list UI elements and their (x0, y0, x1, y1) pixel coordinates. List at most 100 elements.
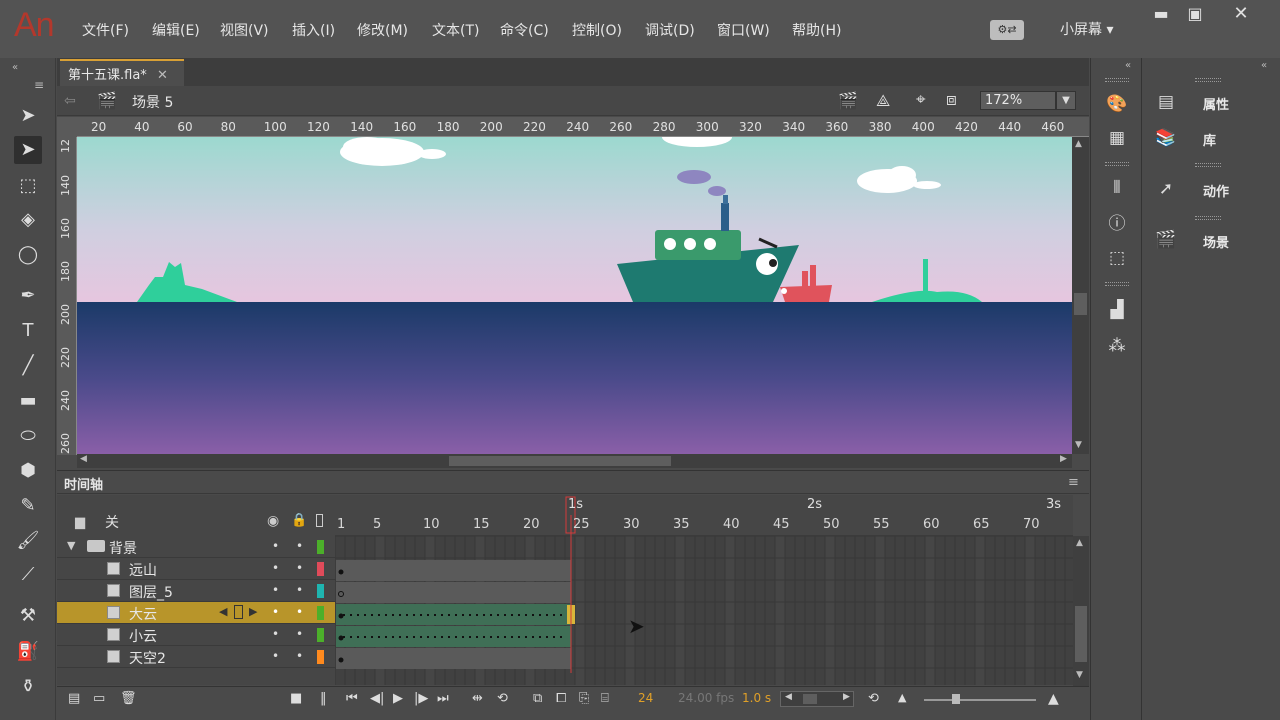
add-keyframe-icon[interactable] (234, 605, 243, 619)
stage-horizontal-scrollbar[interactable]: ◀ ▶ (77, 454, 1072, 468)
new-folder-icon[interactable]: ▭ (93, 691, 105, 706)
layer-row[interactable]: 图层_5 • • (57, 580, 335, 602)
timeline-frames[interactable]: 1s 2s 3s 1 5 10 15 20 25 30 35 40 45 50 55 60 65 70 (334, 495, 1076, 691)
layer-name[interactable]: 图层_5 (129, 582, 173, 602)
brush-tool-icon[interactable]: ⟋ (14, 561, 42, 589)
color-panel-icon[interactable]: 🎨 (1105, 92, 1129, 116)
layer-name[interactable]: 背景 (109, 538, 137, 558)
clip-stage-icon[interactable]: ⧈ (946, 90, 957, 110)
expand-icon[interactable]: « (1125, 60, 1131, 71)
timeline-vertical-scrollbar[interactable]: ▲ ▼ (1073, 536, 1089, 686)
lasso-tool-icon[interactable]: ◯ (14, 241, 42, 269)
layer-color-swatch[interactable] (317, 650, 324, 664)
stage-canvas[interactable] (77, 137, 1072, 454)
layer-color-swatch[interactable] (317, 540, 324, 554)
vertical-scroll-thumb[interactable] (1074, 293, 1087, 315)
menu-control[interactable]: 控制(O) (572, 20, 622, 40)
current-frame[interactable]: 24 (638, 691, 653, 705)
layer-color-swatch[interactable] (317, 606, 324, 620)
workspace-switcher-icon[interactable]: ⚙⇄ (990, 20, 1024, 40)
menu-insert[interactable]: 插入(I) (292, 20, 335, 40)
menu-debug[interactable]: 调试(D) (645, 20, 695, 40)
next-keyframe-icon[interactable]: ▶ (249, 605, 257, 618)
free-transform-tool-icon[interactable]: ⬚ (14, 172, 42, 200)
timeline-scroll-thumb[interactable] (1075, 606, 1087, 662)
menu-edit[interactable]: 编辑(E) (152, 20, 200, 40)
menu-view[interactable]: 视图(V) (220, 20, 269, 40)
lock-dot[interactable]: • (296, 583, 303, 597)
menu-window[interactable]: 窗口(W) (717, 20, 770, 40)
swatches-panel-icon[interactable]: ▦ (1105, 126, 1129, 150)
bone-tool-icon[interactable]: ⚒ (14, 602, 42, 630)
new-layer-icon[interactable]: ▤ (68, 691, 80, 706)
menu-text[interactable]: 文本(T) (432, 20, 479, 40)
center-stage-icon[interactable]: ⌖ (916, 90, 926, 110)
timeline-zoom-slider[interactable] (924, 694, 1036, 704)
maximize-icon[interactable]: ▣ (1180, 4, 1210, 24)
scene-panel-tab[interactable]: 🎬 场景 (1143, 223, 1280, 259)
transform-panel-icon[interactable]: ⬚ (1105, 246, 1129, 270)
oval-tool-icon[interactable]: ⬭ (14, 422, 42, 450)
layer-color-swatch[interactable] (317, 584, 324, 598)
pencil-tool-icon[interactable]: ✎ (14, 492, 42, 520)
layer-name[interactable]: 远山 (129, 560, 157, 580)
elapsed-time[interactable]: 1.0 s (742, 691, 771, 705)
visibility-dot[interactable]: • (272, 627, 279, 641)
folder-expand-chevron-icon[interactable]: ▼ (67, 539, 75, 552)
edit-symbol-icon[interactable]: ⟁ (876, 91, 890, 111)
text-tool-icon[interactable]: T (14, 317, 42, 345)
menu-file[interactable]: 文件(F) (82, 20, 129, 40)
lock-dot[interactable]: • (296, 627, 303, 641)
prev-keyframe-icon[interactable]: ◀ (219, 605, 227, 618)
stage-vertical-scrollbar[interactable]: ▲ ▼ (1072, 137, 1089, 454)
lock-dot[interactable]: • (296, 539, 303, 553)
go-to-first-frame-icon[interactable]: ⏮ (346, 691, 358, 706)
delete-layer-icon[interactable]: 🗑 (120, 691, 137, 706)
camera-toggle[interactable]: 关 (105, 512, 119, 532)
go-to-last-frame-icon[interactable]: ⏭ (437, 691, 449, 706)
layer-name[interactable]: 小云 (129, 626, 157, 646)
layer-row[interactable]: 天空2 • • (57, 646, 335, 668)
subselection-tool-icon[interactable]: ➤ (14, 136, 42, 164)
close-icon[interactable]: ✕ (1226, 4, 1256, 24)
center-frame-icon[interactable]: ⇹ (472, 691, 483, 706)
document-tab[interactable]: 第十五课.fla* ✕ (60, 59, 184, 86)
paint-bucket-tool-icon[interactable]: ⛽ (14, 638, 42, 666)
menu-modify[interactable]: 修改(M) (357, 20, 408, 40)
layer-depth-icon[interactable]: ‖ (320, 691, 327, 706)
layer-color-swatch[interactable] (317, 628, 324, 642)
paint-brush-tool-icon[interactable]: 🖌 (14, 527, 42, 555)
motion-presets-icon[interactable]: ⁂ (1105, 334, 1129, 358)
library-panel-tab[interactable]: 📚 库 (1143, 121, 1280, 157)
lock-dot[interactable]: • (296, 605, 303, 619)
3d-rotation-tool-icon[interactable]: ◈ (14, 206, 42, 234)
zoom-dropdown-icon[interactable]: ▼ (1056, 91, 1076, 110)
zoom-input[interactable]: 172% (980, 91, 1056, 110)
step-back-icon[interactable]: ◀| (370, 691, 384, 706)
workspace-name[interactable]: 小屏幕 ▾ (1060, 19, 1113, 39)
camera-tool-icon[interactable]: ■ (290, 691, 302, 706)
components-panel-icon[interactable]: ▟ (1105, 298, 1129, 322)
zoom-in-timeline-icon[interactable]: ▲ (1048, 691, 1059, 707)
timeline-menu-icon[interactable]: ≡ (1068, 475, 1079, 490)
align-panel-icon[interactable]: ⫴ (1105, 176, 1129, 200)
layer-name[interactable]: 天空2 (129, 648, 166, 668)
rectangle-tool-icon[interactable]: ▬ (14, 387, 42, 415)
selection-tool-icon[interactable]: ➤ (14, 102, 42, 130)
visibility-dot[interactable]: • (272, 561, 279, 575)
lock-dot[interactable]: • (296, 649, 303, 663)
layer-color-swatch[interactable] (317, 562, 324, 576)
modify-onion-markers-icon[interactable]: ⌸ (601, 691, 609, 706)
layer-row-active[interactable]: 大云 ◀ ▶ • • (57, 602, 335, 624)
onion-skin-outlines-icon[interactable]: ⧠ (556, 691, 566, 706)
visibility-dot[interactable]: • (272, 649, 279, 663)
visibility-dot[interactable]: • (272, 583, 279, 597)
outline-all-layers-icon[interactable] (316, 514, 323, 527)
pen-tool-icon[interactable]: ✒ (14, 282, 42, 310)
edit-scene-icon[interactable]: 🎬 (838, 91, 858, 110)
timeline-hscroll[interactable]: ◀ ▶ (780, 691, 854, 707)
actions-panel-tab[interactable]: ➚ 动作 (1143, 172, 1280, 208)
camera-icon[interactable]: ▆ (75, 515, 85, 530)
panel-menu-icon[interactable]: ≡ (34, 78, 44, 92)
lock-dot[interactable]: • (296, 561, 303, 575)
